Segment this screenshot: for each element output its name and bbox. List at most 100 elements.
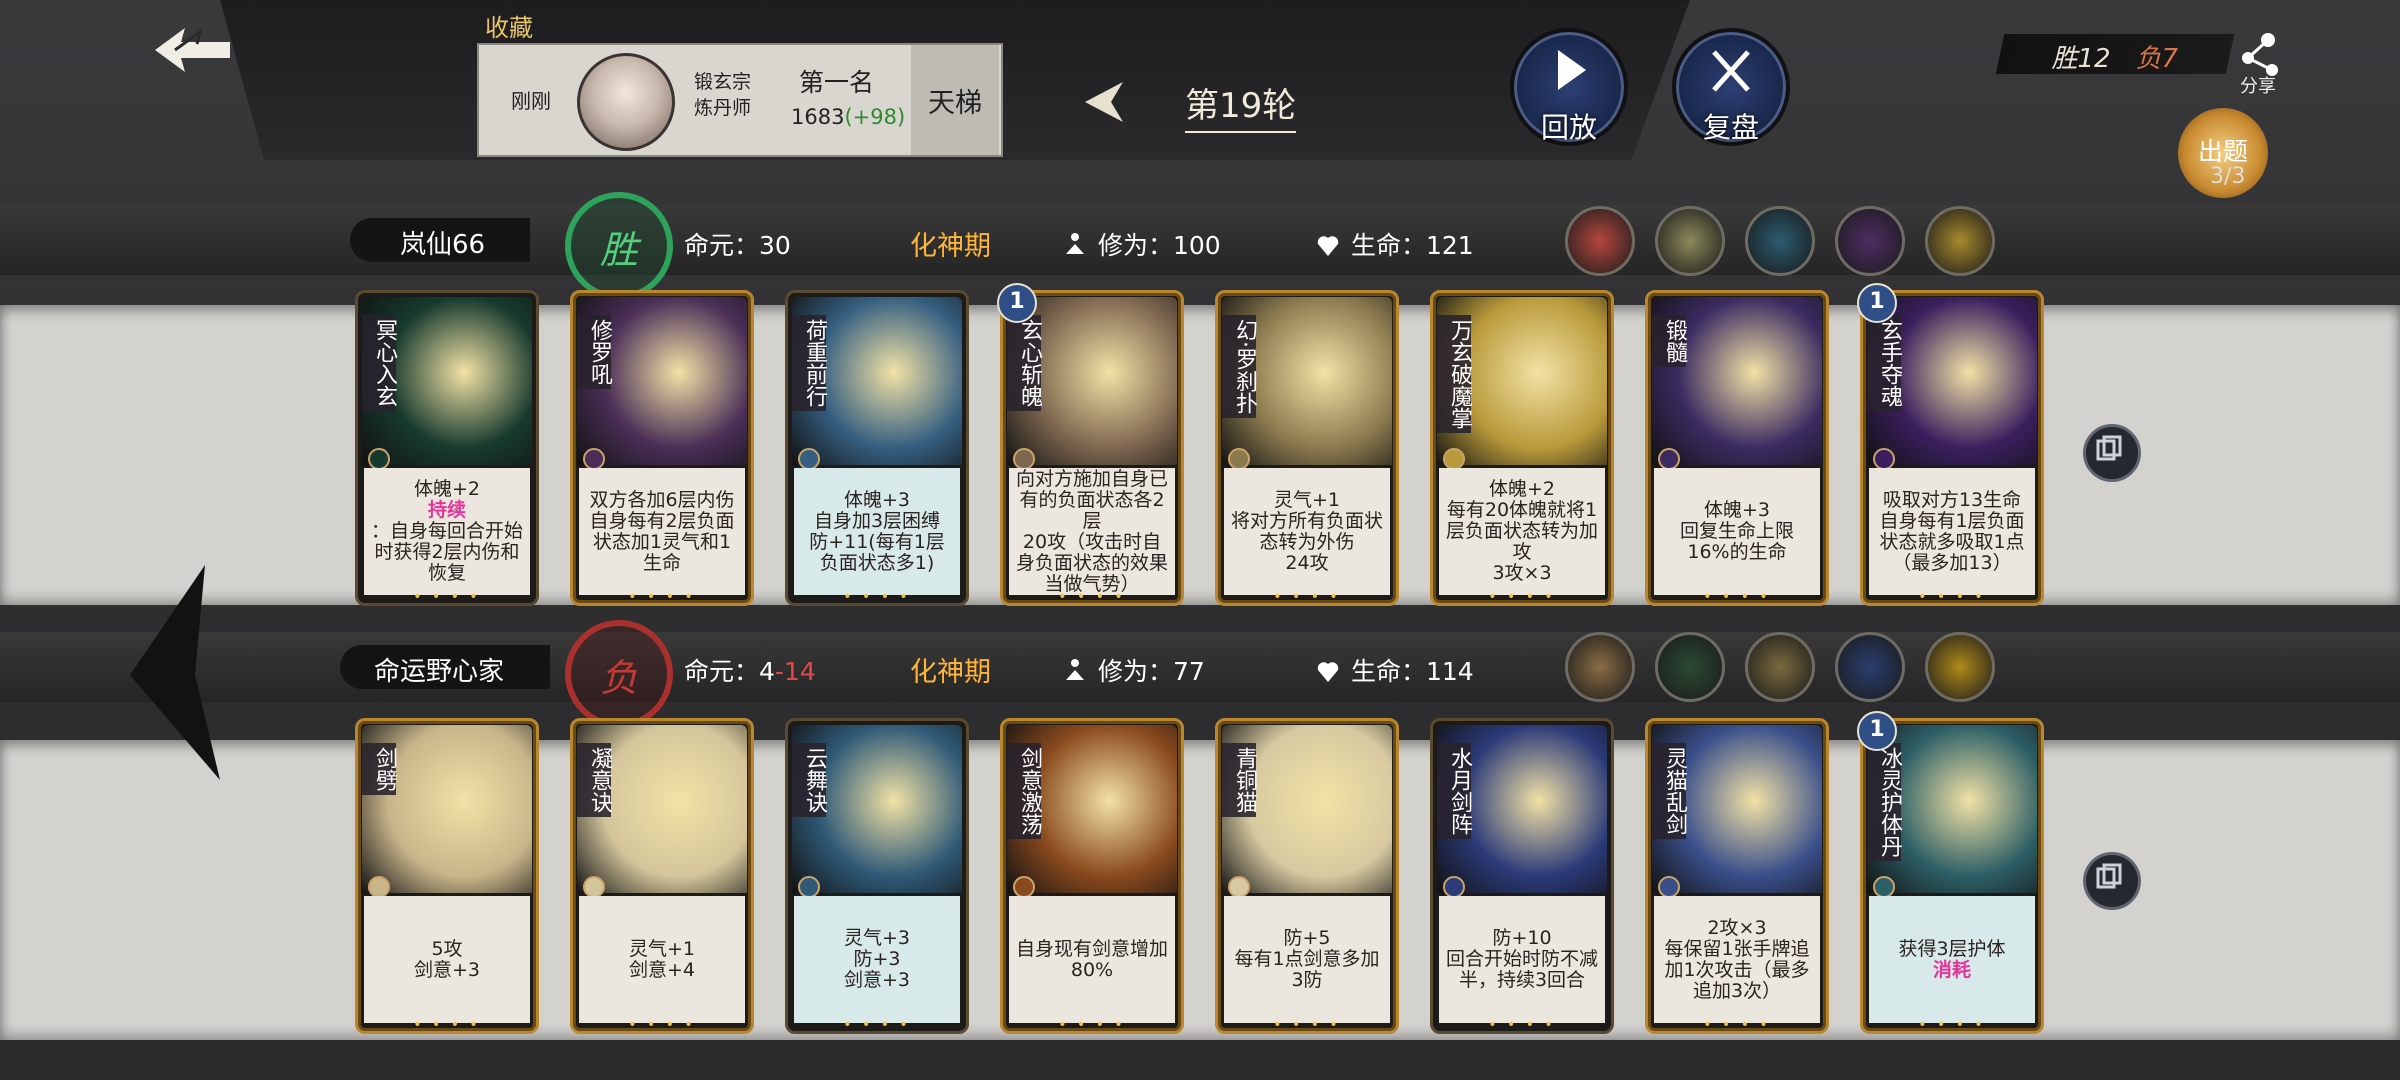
player2-realm: 化神期: [910, 657, 991, 688]
card-name: 万玄破魔掌: [1437, 315, 1472, 433]
card-dots: • • • •: [1273, 589, 1341, 605]
replay-button[interactable]: 回放: [1510, 28, 1628, 146]
card-description-line: 每保留1张手牌追加1次攻击（最多追加3次）: [1664, 937, 1810, 1002]
card[interactable]: 玄心斩魄 1 向对方施加自身已有的负面状态各2层 20攻（攻击时自身负面状态的效果当做…: [997, 283, 1184, 606]
card-name: 灵猫乱剑: [1652, 743, 1687, 839]
card-description: 5攻 剑意+3: [364, 896, 530, 1023]
round-back-icon[interactable]: [1075, 72, 1135, 132]
card-dots: • • • •: [1273, 1017, 1341, 1033]
player1-cultivation: 修为：100: [1062, 226, 1221, 262]
meditation-icon: [1062, 232, 1088, 258]
card-element-icon: [368, 876, 390, 898]
previous-round-chevron-icon[interactable]: [110, 555, 240, 785]
player1-avatars: [1565, 206, 1995, 276]
card-description-line: 3攻×3: [1492, 562, 1552, 584]
favorite-sect: 锻玄宗 炼丹师: [694, 71, 752, 119]
opponent-avatar[interactable]: [1655, 206, 1725, 276]
card[interactable]: 修罗吼 双方各加6层内伤 自身每有2层负面状态加1灵气和1生命 • • • •: [570, 290, 754, 606]
card-description: 体魄+2 每有20体魄就将1层负面状态转为加攻 3攻×3: [1439, 468, 1605, 595]
card-name: 凝意诀: [577, 743, 612, 817]
opponent-avatar[interactable]: [1925, 632, 1995, 702]
card-description-line: 回复生命上限16%的生命: [1679, 520, 1794, 563]
player1-cards: 冥心入玄 体魄+2 持续 ：自身每回合开始时获得2层内伤和恢复 • • • • 修罗吼 双方…: [355, 283, 2044, 606]
player2-life: 命元：4-14: [684, 657, 816, 686]
card-name: 玄手夺魂: [1867, 315, 1902, 411]
lose-badge: 负: [565, 620, 673, 728]
player2-hp: 生命：114: [1315, 652, 1474, 688]
card-description: 2攻×3 每保留1张手牌追加1次攻击（最多追加3次）: [1654, 896, 1820, 1023]
card-description-line: 体魄+2: [413, 478, 480, 500]
favorite-rank: 第一名: [799, 68, 875, 97]
back-arrow-icon[interactable]: [145, 20, 235, 80]
card[interactable]: 冥心入玄 体魄+2 持续 ：自身每回合开始时获得2层内伤和恢复 • • • •: [355, 290, 539, 606]
card[interactable]: 荷重前行 体魄+3 自身加3层困缚 防+11(每有1层负面状态多1) • • • •: [785, 290, 969, 606]
card[interactable]: 灵猫乱剑 2攻×3 每保留1张手牌追加1次攻击（最多追加3次） • • • •: [1645, 718, 1829, 1034]
card[interactable]: 水月剑阵 防+10 回合开始时防不减半，持续3回合 • • • •: [1430, 718, 1614, 1034]
card-description-line: 将对方所有负面状态转为外伤: [1230, 509, 1383, 553]
favorites-label[interactable]: 收藏: [485, 8, 533, 43]
card[interactable]: 锻髓 体魄+3 回复生命上限16%的生命 • • • •: [1645, 290, 1829, 606]
opponent-avatar[interactable]: [1565, 206, 1635, 276]
card-description-line: 吸取对方13生命: [1882, 488, 2022, 511]
card-description-line: 5攻: [431, 937, 463, 960]
card-description-line: 防+3: [853, 948, 901, 970]
card-element-icon: [1443, 876, 1465, 898]
win-loss-record: 胜12 负7: [1995, 34, 2235, 74]
card[interactable]: 玄手夺魂 1 吸取对方13生命 自身每有1层负面状态就多吸取1点（最多加13） • • …: [1857, 283, 2044, 606]
round-title[interactable]: 第19轮: [1185, 78, 1297, 133]
card-element-icon: [583, 876, 605, 898]
favorite-entry[interactable]: 刚刚 锻玄宗 炼丹师 第一名 1683(+98) 天梯: [477, 43, 1003, 157]
copy-deck-button[interactable]: [2083, 852, 2141, 910]
opponent-avatar[interactable]: [1745, 632, 1815, 702]
card-description: 体魄+3 回复生命上限16%的生命: [1654, 468, 1820, 595]
card-description-line: 灵气+3: [843, 927, 910, 949]
card[interactable]: 剑劈 5攻 剑意+3 • • • •: [355, 718, 539, 1034]
card-level-badge: 1: [1857, 283, 1897, 323]
card-description: 灵气+1 将对方所有负面状态转为外伤 24攻: [1224, 468, 1390, 595]
card[interactable]: 万玄破魔掌 体魄+2 每有20体魄就将1层负面状态转为加攻 3攻×3 • • • •: [1430, 290, 1614, 606]
card-description-line: 向对方施加自身已有的负面状态各2层: [1015, 467, 1168, 532]
player2-name: 命运野心家: [340, 645, 550, 689]
card[interactable]: 云舞诀 灵气+3 防+3 剑意+3 • • • •: [785, 718, 969, 1034]
card-name: 玄心斩魄: [1007, 315, 1042, 411]
crossed-swords-icon: [1712, 50, 1750, 92]
share-button[interactable]: 分享: [2230, 30, 2310, 100]
card-name: 剑劈: [362, 743, 397, 795]
card-name: 青铜猫: [1222, 743, 1257, 817]
card[interactable]: 幻·罗刹扑 灵气+1 将对方所有负面状态转为外伤 24攻 • • • •: [1215, 290, 1399, 606]
card-description: 防+5 每有1点剑意多加3防: [1224, 896, 1390, 1023]
opponent-avatar[interactable]: [1835, 632, 1905, 702]
opponent-avatar[interactable]: [1835, 206, 1905, 276]
opponent-avatar[interactable]: [1655, 632, 1725, 702]
player2-avatars: [1565, 632, 1995, 702]
card-element-icon: [1013, 876, 1035, 898]
card-description-line: 防+10: [1492, 927, 1552, 949]
card-description: 体魄+3 自身加3层困缚 防+11(每有1层负面状态多1): [794, 468, 960, 595]
card-element-icon: [798, 448, 820, 470]
card-description: 防+10 回合开始时防不减半，持续3回合: [1439, 896, 1605, 1023]
card-element-icon: [1658, 448, 1680, 470]
card-description-line: 剑意+3: [413, 958, 480, 981]
opponent-avatar[interactable]: [1565, 632, 1635, 702]
card-name: 荷重前行: [792, 315, 827, 411]
card-element-icon: [1013, 448, 1035, 470]
card-description-line: 自身每有2层负面状态加1灵气和1生命: [589, 509, 735, 574]
card[interactable]: 冰灵护体丹 1 获得3层护体 消耗 • • • •: [1857, 711, 2044, 1034]
card[interactable]: 凝意诀 灵气+1 剑意+4 • • • •: [570, 718, 754, 1034]
card-element-icon: [1873, 448, 1895, 470]
copy-deck-button[interactable]: [2083, 424, 2141, 482]
player1-life: 命元：30: [684, 231, 791, 260]
review-button[interactable]: 复盘: [1672, 28, 1790, 146]
card-dots: • • • •: [413, 1017, 481, 1033]
card-description: 双方各加6层内伤 自身每有2层负面状态加1灵气和1生命: [579, 468, 745, 595]
card[interactable]: 青铜猫防+5 每有1点剑意多加3防 • • • •: [1215, 718, 1399, 1034]
ladder-mode-label[interactable]: 天梯: [911, 45, 999, 155]
opponent-avatar[interactable]: [1925, 206, 1995, 276]
heart-icon: [1315, 658, 1341, 684]
card-description: 吸取对方13生命 自身每有1层负面状态就多吸取1点（最多加13）: [1869, 468, 2035, 595]
opponent-avatar[interactable]: [1745, 206, 1815, 276]
question-count: 3/3: [2210, 164, 2246, 189]
card-element-icon: [1228, 448, 1250, 470]
card-description: 体魄+2 持续 ：自身每回合开始时获得2层内伤和恢复: [364, 468, 530, 595]
card[interactable]: 剑意激荡 自身现有剑意增加80% • • • •: [1000, 718, 1184, 1034]
